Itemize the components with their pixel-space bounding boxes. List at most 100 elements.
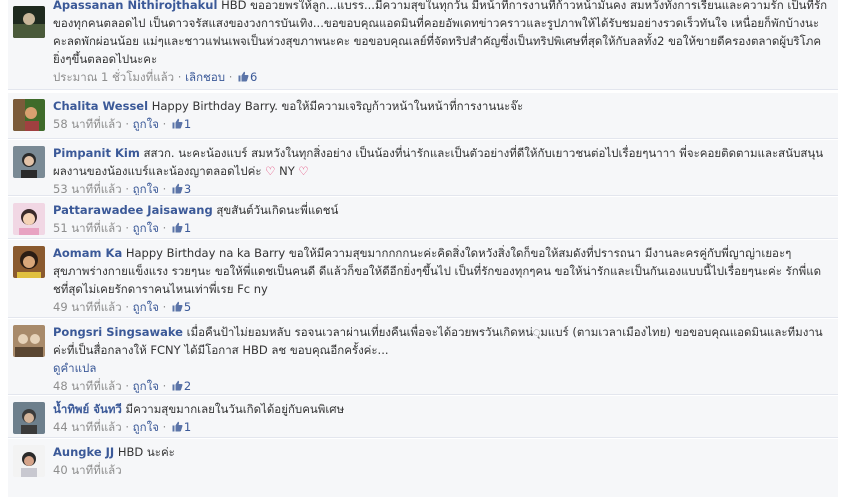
like-count[interactable]: 2 <box>184 379 191 393</box>
avatar[interactable] <box>13 146 45 178</box>
avatar[interactable] <box>13 6 45 38</box>
comment-author[interactable]: Pongsri Singsawake <box>53 325 183 339</box>
comment-meta: 40 นาทีที่แล้ว <box>53 461 828 479</box>
comment-content: Pattarawadee Jaisawang สุขสันต์วันเกิดนะ… <box>53 197 828 237</box>
comment-item: Pattarawadee Jaisawang สุขสันต์วันเกิดนะ… <box>8 197 838 239</box>
comment-body: Apassanan Nithirojthakul HBD ขออวยพรให้ล… <box>53 0 828 68</box>
comment-meta: 49 นาทีที่แล้ว · ถูกใจ · 5 <box>53 298 828 316</box>
thumbs-up-icon <box>172 301 183 312</box>
comment-timestamp[interactable]: 53 นาทีที่แล้ว <box>53 182 122 195</box>
heart-icon: ♡ <box>265 164 276 178</box>
comment-meta: 53 นาทีที่แล้ว · ถูกใจ · 3 <box>53 180 828 196</box>
avatar[interactable] <box>13 99 45 131</box>
comment-meta: ประมาณ 1 ชั่วโมงที่แล้ว · เลิกชอบ · 6 <box>53 68 828 86</box>
comment-item: Aomam Ka Happy Birthday na ka Barry ขอให… <box>8 240 838 318</box>
thumbs-up-icon <box>172 118 183 129</box>
comment-meta: 58 นาทีที่แล้ว · ถูกใจ · 1 <box>53 115 828 133</box>
unlike-link[interactable]: เลิกชอบ <box>185 70 225 84</box>
heart-icon: ♡ <box>298 164 309 178</box>
thumbs-up-icon <box>172 380 183 391</box>
comment-text: Happy Birthday Barry. ขอให้มีความเจริญก้… <box>151 99 524 113</box>
comment-timestamp[interactable]: 44 นาทีที่แล้ว <box>53 420 122 434</box>
comment-content: Pimpanit Kim สสวก. นะคะน้องแบร์ สมหวังใน… <box>53 140 828 196</box>
avatar-photo <box>13 402 45 434</box>
comment-content: Aungke JJ HBD นะค่ะ 40 นาทีที่แล้ว <box>53 439 828 479</box>
avatar-photo <box>13 203 45 235</box>
comment-author[interactable]: Aungke JJ <box>53 445 114 459</box>
like-count[interactable]: 1 <box>184 221 191 235</box>
separator-dot: · <box>228 70 233 84</box>
like-count[interactable]: 6 <box>250 70 257 84</box>
comment-body: Pattarawadee Jaisawang สุขสันต์วันเกิดนะ… <box>53 201 828 219</box>
comment-body: Pimpanit Kim สสวก. นะคะน้องแบร์ สมหวังใน… <box>53 144 828 180</box>
comment-timestamp[interactable]: ประมาณ 1 ชั่วโมงที่แล้ว <box>53 70 174 84</box>
separator-dot: · <box>162 420 167 434</box>
comment-author[interactable]: Chalita Wessel <box>53 99 148 113</box>
separator-dot: · <box>125 379 129 393</box>
avatar-photo <box>13 246 45 278</box>
comment-author[interactable]: น้ำทิพย์ จันทวี <box>53 402 122 416</box>
comment-author[interactable]: Apassanan Nithirojthakul <box>53 0 217 12</box>
separator-dot: · <box>162 379 167 393</box>
comment-feed: Apassanan Nithirojthakul HBD ขออวยพรให้ล… <box>0 0 845 497</box>
comment-timestamp[interactable]: 58 นาทีที่แล้ว <box>53 117 122 131</box>
comment-content: Pongsri Singsawake เมื่อคืนป้าไม่ยอมหลับ… <box>53 319 828 394</box>
avatar[interactable] <box>13 445 45 477</box>
avatar[interactable] <box>13 325 45 357</box>
comment-author[interactable]: Pattarawadee Jaisawang <box>53 203 213 217</box>
comment-timestamp[interactable]: 49 นาทีที่แล้ว <box>53 300 122 314</box>
like-link[interactable]: ถูกใจ <box>133 182 159 195</box>
comment-item: Pimpanit Kim สสวก. นะคะน้องแบร์ สมหวังใน… <box>8 140 838 196</box>
avatar[interactable] <box>13 246 45 278</box>
comment-item: Apassanan Nithirojthakul HBD ขออวยพรให้ล… <box>8 0 838 90</box>
separator-dot: · <box>125 300 129 314</box>
like-link[interactable]: ถูกใจ <box>133 300 159 314</box>
comment-timestamp[interactable]: 40 นาทีที่แล้ว <box>53 463 122 477</box>
comment-text: สุขสันต์วันเกิดนะพี่แดชน์ <box>216 203 339 217</box>
comment-item: Pongsri Singsawake เมื่อคืนป้าไม่ยอมหลับ… <box>8 319 838 395</box>
comment-text-tail: NY <box>279 164 295 178</box>
like-count[interactable]: 1 <box>184 420 191 434</box>
separator-dot: · <box>177 70 182 84</box>
comment-timestamp[interactable]: 48 นาทีที่แล้ว <box>53 379 122 393</box>
like-count[interactable]: 5 <box>184 300 191 314</box>
like-link[interactable]: ถูกใจ <box>133 221 159 235</box>
like-count[interactable]: 1 <box>184 117 191 131</box>
separator-dot: · <box>125 117 129 131</box>
comment-text: Happy Birthday na ka Barry ขอให้มีความสุ… <box>53 246 822 296</box>
comment-content: Chalita Wessel Happy Birthday Barry. ขอใ… <box>53 93 828 133</box>
thumbs-up-icon <box>172 222 183 233</box>
comment-body: น้ำทิพย์ จันทวี มีความสุขมากเลยในวันเกิด… <box>53 400 828 418</box>
avatar-photo <box>13 6 45 38</box>
comment-content: Aomam Ka Happy Birthday na ka Barry ขอให… <box>53 240 828 316</box>
separator-dot: · <box>125 420 129 434</box>
separator-dot: · <box>162 182 167 196</box>
like-link[interactable]: ถูกใจ <box>133 117 159 131</box>
comment-author[interactable]: Aomam Ka <box>53 246 122 260</box>
separator-dot: · <box>162 300 167 314</box>
avatar-photo <box>13 146 45 178</box>
comment-content: น้ำทิพย์ จันทวี มีความสุขมากเลยในวันเกิด… <box>53 396 828 436</box>
comment-text: มีความสุขมากเลยในวันเกิดได้อยู่กับคนพิเศ… <box>125 402 345 416</box>
avatar[interactable] <box>13 402 45 434</box>
comment-meta: 44 นาทีที่แล้ว · ถูกใจ · 1 <box>53 418 828 436</box>
comment-text: สสวก. นะคะน้องแบร์ สมหวังในทุกสิ่งอย่าง … <box>53 146 824 178</box>
avatar-photo <box>13 99 45 131</box>
separator-dot: · <box>125 221 129 235</box>
comment-meta: 51 นาทีที่แล้ว · ถูกใจ · 1 <box>53 219 828 237</box>
like-link[interactable]: ถูกใจ <box>133 379 159 393</box>
comment-item: Chalita Wessel Happy Birthday Barry. ขอใ… <box>8 93 838 139</box>
avatar[interactable] <box>13 203 45 235</box>
like-link[interactable]: ถูกใจ <box>133 420 159 434</box>
see-translation-link[interactable]: ดูคำแปล <box>53 359 828 377</box>
separator-dot: · <box>162 221 167 235</box>
avatar-photo <box>13 325 45 357</box>
comment-item: น้ำทิพย์ จันทวี มีความสุขมากเลยในวันเกิด… <box>8 396 838 438</box>
comment-timestamp[interactable]: 51 นาทีที่แล้ว <box>53 221 122 235</box>
thumbs-up-icon <box>172 421 183 432</box>
comment-body: Chalita Wessel Happy Birthday Barry. ขอใ… <box>53 97 828 115</box>
like-count[interactable]: 3 <box>184 182 191 195</box>
thumbs-up-icon <box>238 71 249 82</box>
comment-author[interactable]: Pimpanit Kim <box>53 146 140 160</box>
comment-content: Apassanan Nithirojthakul HBD ขออวยพรให้ล… <box>53 0 828 86</box>
